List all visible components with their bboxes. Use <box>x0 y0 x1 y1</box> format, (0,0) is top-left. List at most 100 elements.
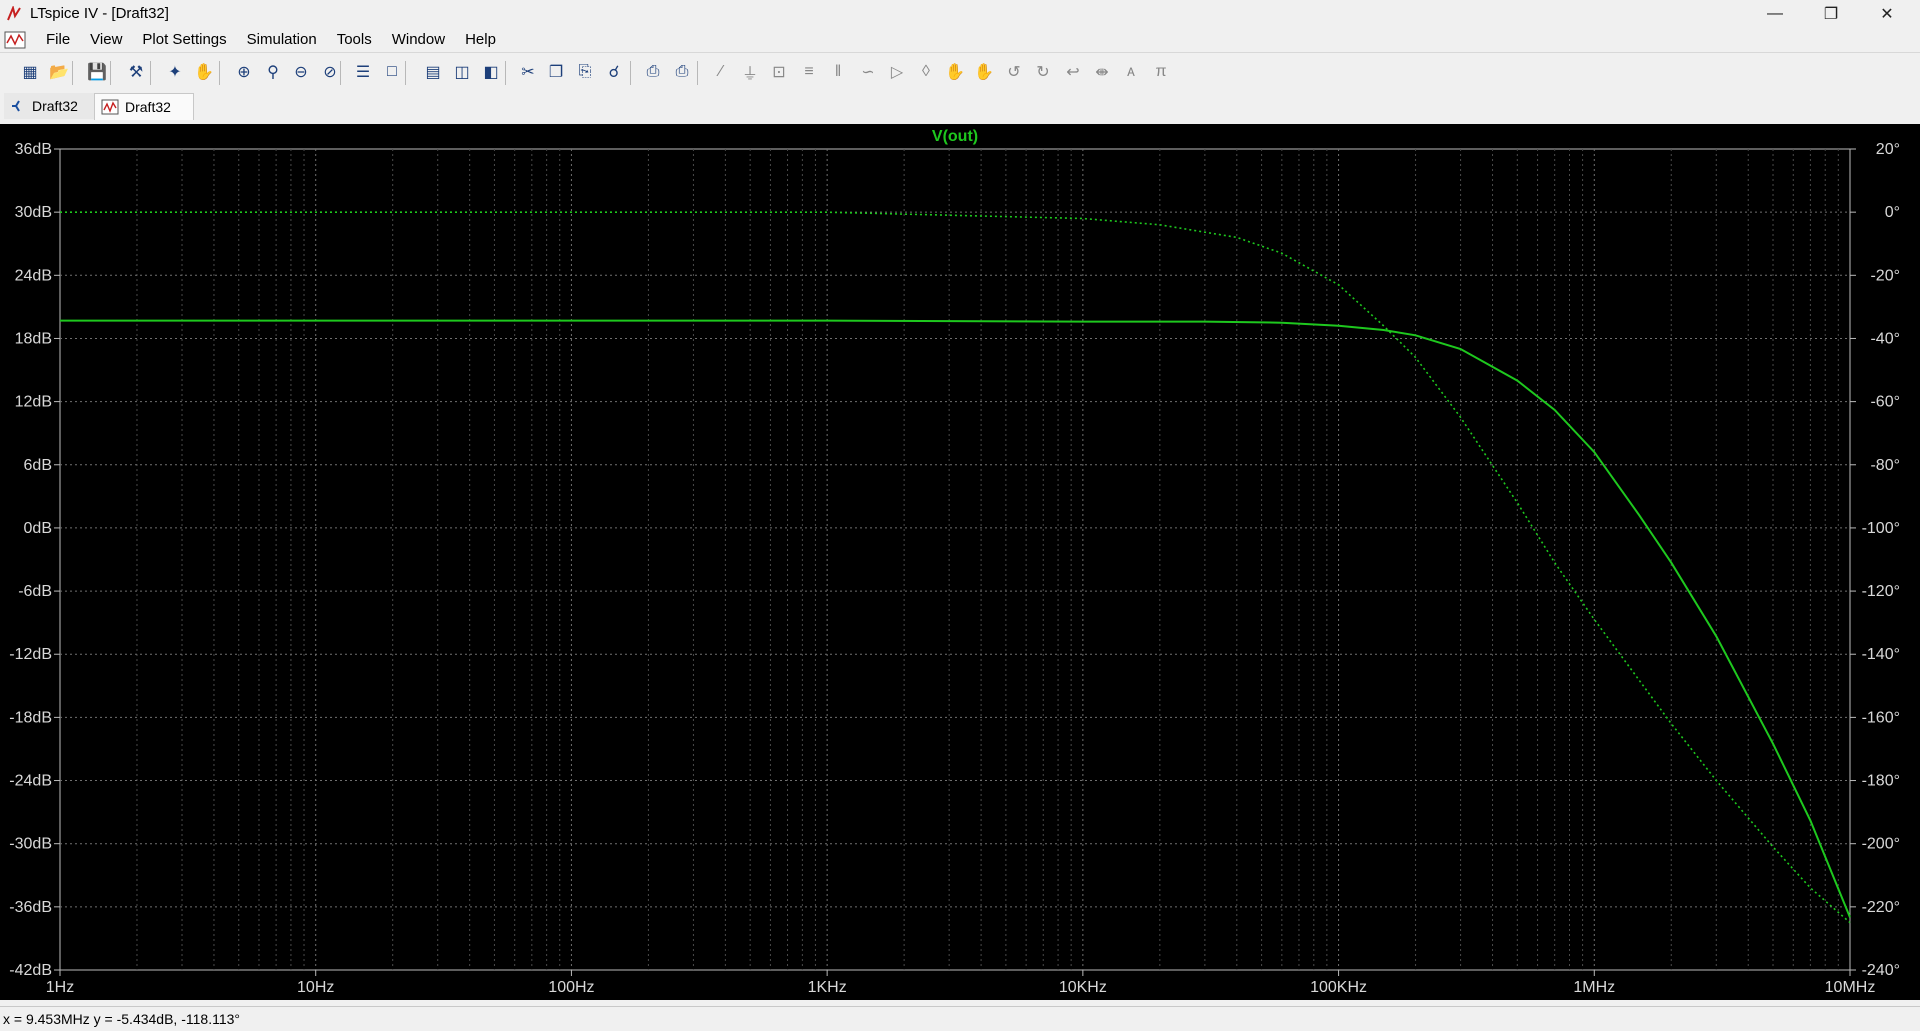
capacitor-icon: ‖ <box>834 63 842 80</box>
diode-button[interactable]: ▷ <box>885 60 909 84</box>
find-icon: ☌ <box>608 64 620 81</box>
cut-icon: ✂ <box>521 64 535 81</box>
print-button[interactable]: ⎙ <box>670 60 694 84</box>
menu-tools[interactable]: Tools <box>327 31 382 48</box>
resistor-icon: ≡ <box>804 63 814 80</box>
bode-plot[interactable]: 1Hz 10Hz 100Hz 1KHz 10KHz 100KHz 1MHz 10MHz 36dB… <box>0 124 1920 1000</box>
cut-button[interactable]: ✂ <box>516 60 540 84</box>
run-icon: ✦ <box>168 64 182 81</box>
wire-button[interactable]: ⁄ <box>709 60 733 84</box>
find-button[interactable]: ☌ <box>602 60 626 84</box>
new-schematic-button[interactable]: ▦ <box>18 60 42 84</box>
label-button[interactable]: ⊡ <box>767 60 791 84</box>
y-right-tick-label: -240° <box>1862 962 1900 979</box>
close-icon: ✕ <box>1880 5 1894 23</box>
x-tick-label: 10KHz <box>1059 979 1107 996</box>
tab-waveform[interactable]: Draft32 <box>94 93 194 120</box>
redo-button[interactable]: ↻ <box>1031 60 1055 84</box>
ground-button[interactable]: ⏚ <box>738 60 762 84</box>
cascade-button[interactable]: ◫ <box>450 60 474 84</box>
resistor-button[interactable]: ≡ <box>797 60 821 84</box>
text-button[interactable]: ᴀ <box>1119 60 1143 84</box>
y-right-tick-label: -180° <box>1862 773 1900 790</box>
move-icon: ✋ <box>945 64 965 81</box>
y-right-tick-label: -120° <box>1862 583 1900 600</box>
zoom-out-button[interactable]: ⊖ <box>289 60 313 84</box>
y-left-tick-label: -6dB <box>18 583 52 600</box>
open-button[interactable]: 📂 <box>47 60 71 84</box>
print-setup-button[interactable]: ⎙ <box>641 60 665 84</box>
status-bar: x = 9.453MHz y = -5.434dB, -118.113° <box>0 1006 1920 1031</box>
y-left-tick-label: -24dB <box>9 773 52 790</box>
mirror-button[interactable]: ⇼ <box>1090 60 1114 84</box>
save-button[interactable]: 💾 <box>85 60 109 84</box>
y-left-tick-label: 12dB <box>15 394 52 411</box>
rotate-button[interactable]: ↩ <box>1061 60 1085 84</box>
zoom-in-button[interactable]: ⊕ <box>232 60 256 84</box>
x-tick-label: 10MHz <box>1825 979 1876 996</box>
tab-bar: Draft32 Draft32 <box>0 93 1920 121</box>
x-tick-label: 1MHz <box>1573 979 1615 996</box>
zoom-area-icon: ⚲ <box>267 64 279 81</box>
x-tick-label: 100KHz <box>1310 979 1367 996</box>
x-tick-label: 1Hz <box>46 979 74 996</box>
diode-icon: ▷ <box>890 64 904 81</box>
halt-button[interactable]: ✋ <box>192 60 216 84</box>
tile-vertical-button[interactable]: ◧ <box>479 60 503 84</box>
restore-button[interactable]: ❐ <box>1808 0 1854 27</box>
inductor-button[interactable]: ∽ <box>856 60 880 84</box>
zoom-area-button[interactable]: ⚲ <box>261 60 285 84</box>
restore-icon: ❐ <box>1823 5 1839 23</box>
mark-button[interactable]: □ <box>380 60 404 84</box>
capacitor-button[interactable]: ‖ <box>826 60 850 84</box>
waveform-doc-icon[interactable] <box>4 31 26 49</box>
y-right-tick-label: -20° <box>1870 267 1900 284</box>
drag-button[interactable]: ✋ <box>972 60 996 84</box>
plot-frame <box>59 148 1851 971</box>
menu-bar: File View Plot Settings Simulation Tools… <box>0 27 1920 72</box>
minimize-button[interactable]: — <box>1752 0 1798 27</box>
menu-window[interactable]: Window <box>382 31 455 48</box>
menu-file[interactable]: File <box>36 31 80 48</box>
toolbar-separator <box>150 61 151 85</box>
drag-icon: ✋ <box>974 64 994 81</box>
mirror-icon: ⇼ <box>1095 64 1109 81</box>
autorange-icon: ☰ <box>355 64 371 81</box>
y-right-tick-label: -160° <box>1862 709 1900 726</box>
zoom-in-icon: ⊕ <box>237 64 251 81</box>
label-icon: ⊡ <box>772 64 786 81</box>
y-left-tick-label: 6dB <box>24 457 52 474</box>
paste-button[interactable]: ⎘ <box>573 60 597 84</box>
y-left-tick-label: -36dB <box>9 899 52 916</box>
rotate-icon: ↩ <box>1066 64 1080 81</box>
menu-simulation[interactable]: Simulation <box>237 31 327 48</box>
print-icon: ⎙ <box>675 63 689 80</box>
tab-waveform-label: Draft32 <box>125 99 171 115</box>
tile-horizontal-button[interactable]: ▤ <box>421 60 445 84</box>
menu-plot-settings[interactable]: Plot Settings <box>132 31 236 48</box>
phase-trace <box>60 211 1851 924</box>
run-button[interactable]: ✦ <box>163 60 187 84</box>
undo-button[interactable]: ↺ <box>1002 60 1026 84</box>
spice-directive-button[interactable]: π <box>1149 60 1173 84</box>
y-right-tick-label: -200° <box>1862 836 1900 853</box>
tile-horizontal-icon: ▤ <box>425 64 441 81</box>
menu-view[interactable]: View <box>80 31 132 48</box>
control-panel-button[interactable]: ⚒ <box>124 60 148 84</box>
copy-button[interactable]: ❐ <box>544 60 568 84</box>
zoom-fit-button[interactable]: ⊘ <box>318 60 342 84</box>
component-icon: ◊ <box>922 63 930 80</box>
y-left-tick-label: -30dB <box>9 836 52 853</box>
tab-schematic[interactable]: Draft32 <box>4 93 98 119</box>
component-button[interactable]: ◊ <box>914 60 938 84</box>
y-right-tick-label: -140° <box>1862 646 1900 663</box>
move-button[interactable]: ✋ <box>943 60 967 84</box>
zoom-out-icon: ⊖ <box>294 64 308 81</box>
y-left-tick-label: -18dB <box>9 709 52 726</box>
ltspice-logo-icon <box>7 5 21 20</box>
menu-help[interactable]: Help <box>455 31 506 48</box>
autorange-button[interactable]: ☰ <box>351 60 375 84</box>
close-button[interactable]: ✕ <box>1864 0 1910 27</box>
print-setup-icon: ⎙ <box>646 63 660 80</box>
plot-pane[interactable]: 1Hz 10Hz 100Hz 1KHz 10KHz 100KHz 1MHz 10MHz 36dB… <box>0 124 1920 1000</box>
